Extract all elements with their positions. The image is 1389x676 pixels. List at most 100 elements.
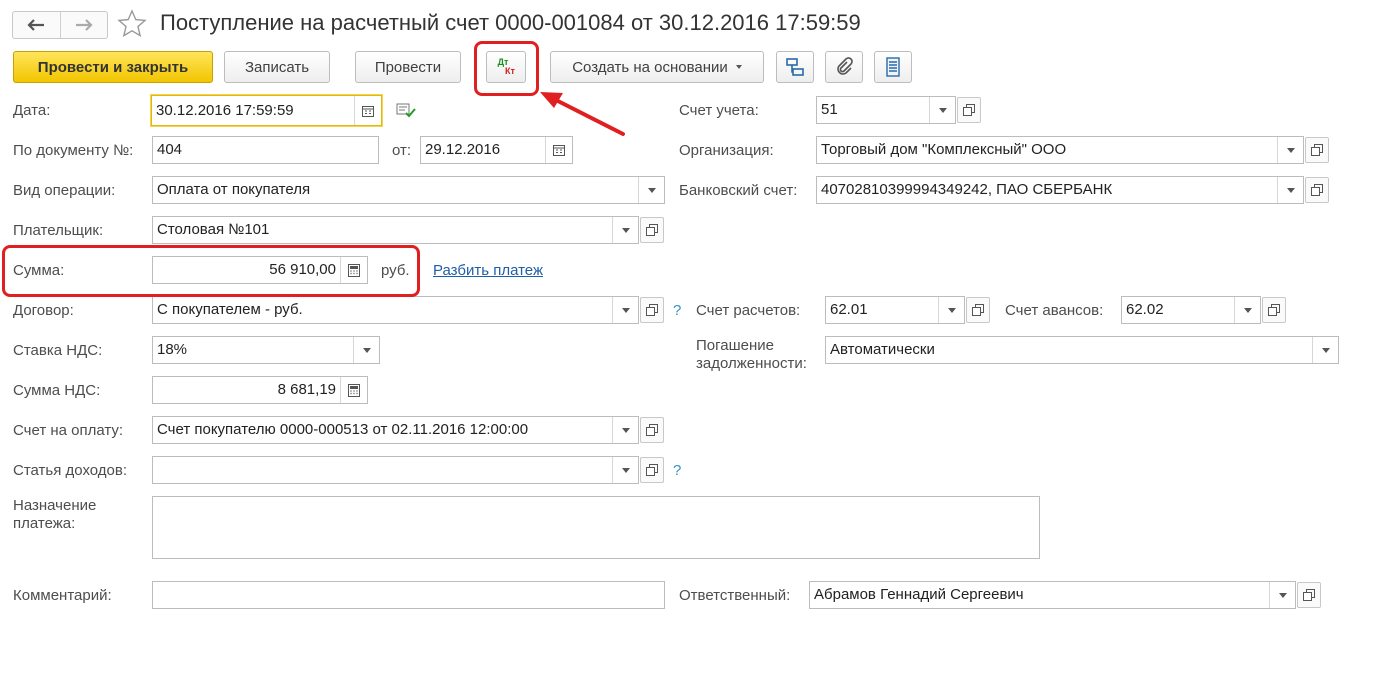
repay-label-line1: Погашение xyxy=(696,337,774,354)
chevron-down-icon[interactable] xyxy=(1277,177,1303,203)
split-payment-link[interactable]: Разбить платеж xyxy=(433,262,543,279)
income-open-button[interactable] xyxy=(640,457,664,483)
document-structure-icon xyxy=(786,58,804,76)
bank-open-button[interactable] xyxy=(1305,177,1329,203)
print-list-button[interactable] xyxy=(874,51,912,83)
account-value: 51 xyxy=(821,101,838,118)
bank-label: Банковский счет: xyxy=(679,182,798,199)
resp-field[interactable]: Абрамов Геннадий Сергеевич xyxy=(809,581,1296,609)
payer-open-button[interactable] xyxy=(640,217,664,243)
nav-buttons xyxy=(12,11,108,39)
attachments-button[interactable] xyxy=(825,51,863,83)
repay-value: Автоматически xyxy=(830,341,935,358)
open-icon xyxy=(1268,304,1280,316)
income-field[interactable] xyxy=(152,456,639,484)
vat-sum-field[interactable]: 8 681,19 xyxy=(152,376,368,404)
docnum-field[interactable]: 404 xyxy=(152,136,379,164)
resp-value: Абрамов Геннадий Сергеевич xyxy=(814,586,1024,603)
post-button[interactable]: Провести xyxy=(355,51,461,83)
vat-sum-value: 8 681,19 xyxy=(277,381,336,398)
income-value xyxy=(153,457,612,483)
calendar-button[interactable] xyxy=(354,96,381,125)
payer-field[interactable]: Столовая №101 xyxy=(152,216,639,244)
account-open-button[interactable] xyxy=(957,97,981,123)
create-based-on-button[interactable]: Создать на основании xyxy=(550,51,764,83)
arrow-left-icon xyxy=(27,19,45,31)
invoice-field[interactable]: Счет покупателю 0000-000513 от 02.11.201… xyxy=(152,416,639,444)
chevron-down-icon[interactable] xyxy=(1277,137,1303,163)
open-icon xyxy=(963,104,975,116)
chevron-down-icon[interactable] xyxy=(353,337,379,363)
chevron-down-icon[interactable] xyxy=(612,417,638,443)
open-icon xyxy=(1303,589,1315,601)
vat-sum-label: Сумма НДС: xyxy=(13,382,101,399)
income-label: Статья доходов: xyxy=(13,462,128,479)
comment-label: Комментарий: xyxy=(13,587,112,604)
chevron-down-icon[interactable] xyxy=(929,97,955,123)
help-icon[interactable]: ? xyxy=(673,302,681,319)
help-icon[interactable]: ? xyxy=(673,462,681,479)
open-icon xyxy=(646,464,658,476)
chevron-down-icon[interactable] xyxy=(638,177,664,203)
vat-rate-label: Ставка НДС: xyxy=(13,342,103,359)
optype-value: Оплата от покупателя xyxy=(157,181,311,198)
from-date-value: 29.12.2016 xyxy=(425,141,501,158)
org-field[interactable]: Торговый дом "Комплексный" ООО xyxy=(816,136,1304,164)
contract-label: Договор: xyxy=(13,302,74,319)
purpose-label: Назначение платежа: xyxy=(13,497,96,533)
back-button[interactable] xyxy=(13,12,60,38)
chevron-down-icon[interactable] xyxy=(938,297,964,323)
org-open-button[interactable] xyxy=(1305,137,1329,163)
comment-value xyxy=(153,582,664,608)
contract-open-button[interactable] xyxy=(640,297,664,323)
purpose-label-line2: платежа: xyxy=(13,515,76,532)
repay-select[interactable]: Автоматически xyxy=(825,336,1339,364)
advance-field[interactable]: 62.02 xyxy=(1121,296,1261,324)
post-and-close-button[interactable]: Провести и закрыть xyxy=(13,51,213,83)
open-icon xyxy=(1311,184,1323,196)
structure-button[interactable] xyxy=(776,51,814,83)
contract-value: С покупателем - руб. xyxy=(157,301,303,318)
bank-field[interactable]: 40702810399994349242, ПАО СБЕРБАНК xyxy=(816,176,1304,204)
edit-check-icon[interactable] xyxy=(396,101,416,119)
calculator-button[interactable] xyxy=(340,377,367,403)
forward-button[interactable] xyxy=(59,12,108,38)
vat-rate-select[interactable]: 18% xyxy=(152,336,380,364)
arrow-right-icon xyxy=(75,19,93,31)
purpose-textarea[interactable] xyxy=(152,496,1040,559)
advance-label: Счет авансов: xyxy=(1005,302,1104,319)
settle-field[interactable]: 62.01 xyxy=(825,296,965,324)
chevron-down-icon[interactable] xyxy=(1269,582,1295,608)
settle-open-button[interactable] xyxy=(966,297,990,323)
purpose-label-line1: Назначение xyxy=(13,497,97,514)
comment-field[interactable] xyxy=(152,581,665,609)
contract-field[interactable]: С покупателем - руб. xyxy=(152,296,639,324)
payer-label: Плательщик: xyxy=(13,222,104,239)
date-field[interactable]: 30.12.2016 17:59:59 xyxy=(151,95,382,126)
settle-label: Счет расчетов: xyxy=(696,302,801,319)
open-icon xyxy=(972,304,984,316)
open-icon xyxy=(646,424,658,436)
save-button[interactable]: Записать xyxy=(224,51,330,83)
invoice-open-button[interactable] xyxy=(640,417,664,443)
chevron-down-icon[interactable] xyxy=(612,297,638,323)
chevron-down-icon[interactable] xyxy=(612,457,638,483)
list-icon xyxy=(886,57,900,77)
account-field[interactable]: 51 xyxy=(816,96,956,124)
advance-open-button[interactable] xyxy=(1262,297,1286,323)
optype-select[interactable]: Оплата от покупателя xyxy=(152,176,665,204)
annotation-box-sum xyxy=(2,245,420,297)
chevron-down-icon[interactable] xyxy=(1312,337,1338,363)
settle-value: 62.01 xyxy=(830,301,868,318)
advance-value: 62.02 xyxy=(1126,301,1164,318)
invoice-label: Счет на оплату: xyxy=(13,422,124,439)
payer-value: Столовая №101 xyxy=(157,221,270,238)
chevron-down-icon[interactable] xyxy=(1234,297,1260,323)
resp-open-button[interactable] xyxy=(1297,582,1321,608)
repay-label-line2: задолженности: xyxy=(696,355,807,372)
favorite-star-icon[interactable] xyxy=(117,9,147,39)
account-label: Счет учета: xyxy=(679,102,759,119)
calculator-icon xyxy=(348,383,360,397)
calendar-icon xyxy=(553,145,565,156)
chevron-down-icon[interactable] xyxy=(612,217,638,243)
